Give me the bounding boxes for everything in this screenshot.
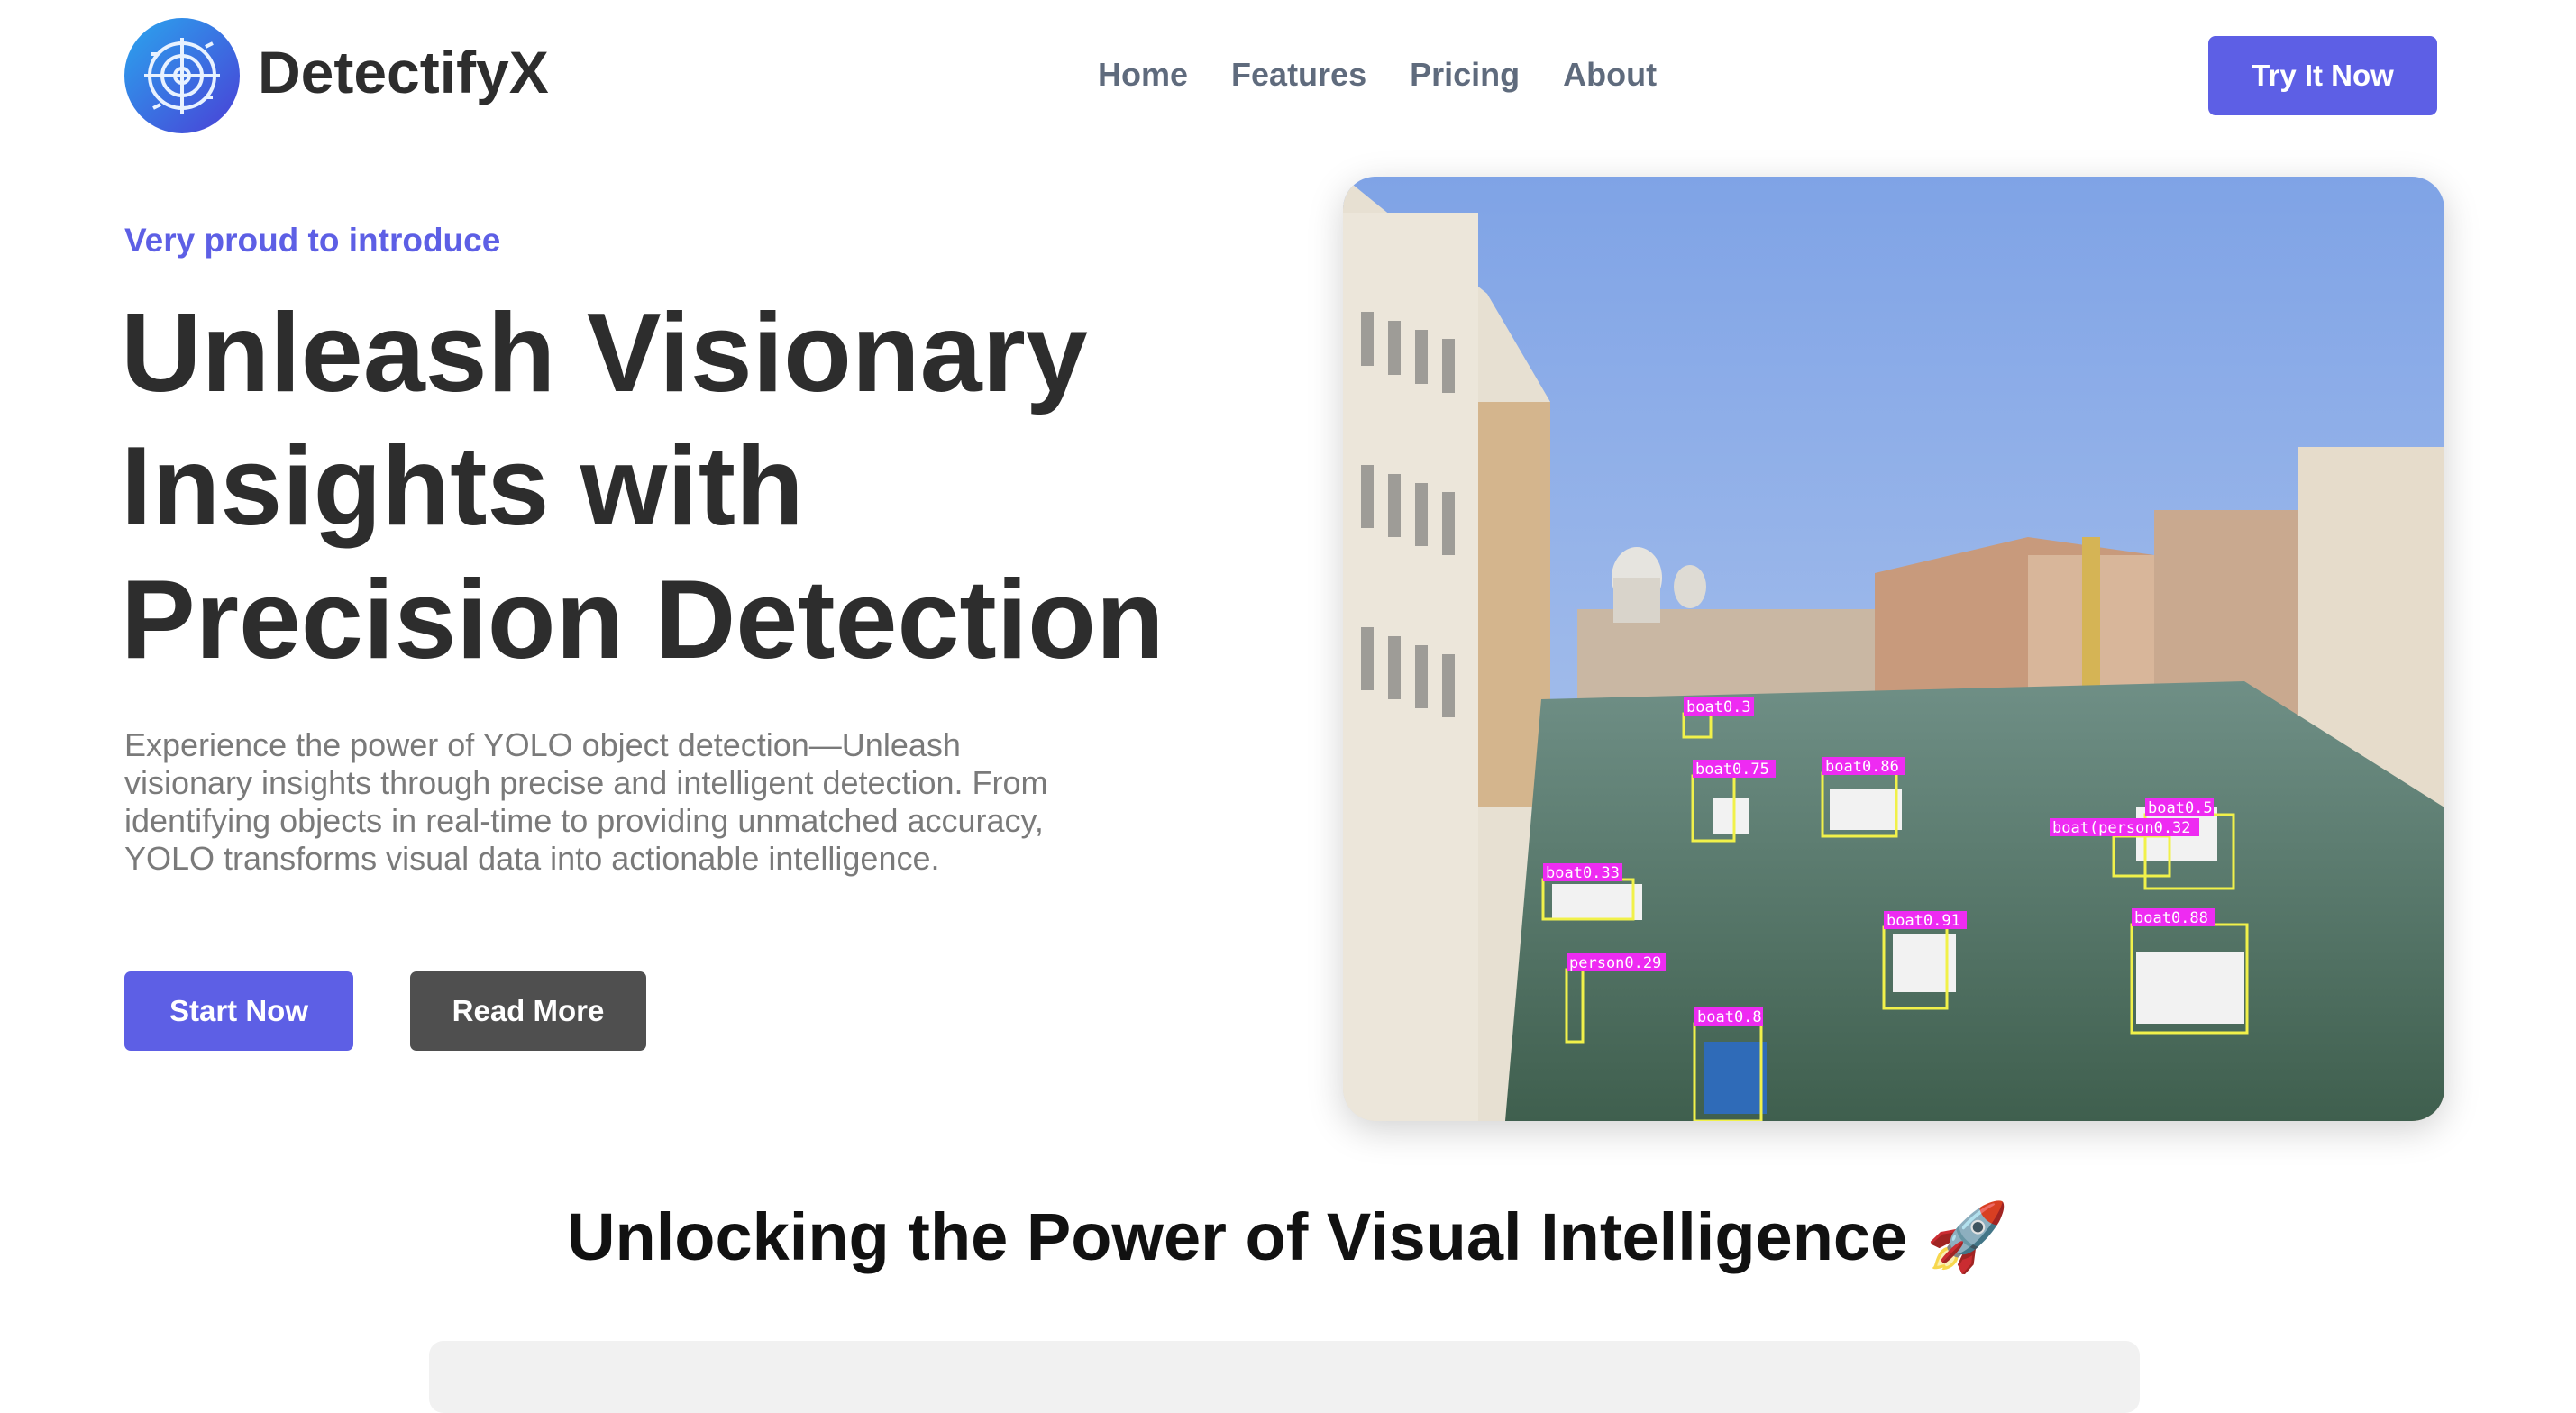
main-nav: Home Features Pricing About: [1098, 56, 1700, 94]
detection-label: boat(person0.32: [2052, 819, 2191, 837]
detection-label: boat0.91: [1886, 912, 1960, 930]
nav-pricing[interactable]: Pricing: [1410, 56, 1520, 94]
hero-description: Experience the power of YOLO object dete…: [124, 726, 1048, 877]
detection-label: boat0.5: [2148, 799, 2213, 817]
detection-label: boat0.88: [2134, 909, 2208, 927]
feature-panel: [429, 1341, 2140, 1413]
detection-label: boat0.86: [1825, 758, 1899, 776]
read-more-button[interactable]: Read More: [410, 971, 646, 1051]
nav-home[interactable]: Home: [1098, 56, 1188, 94]
detection-label: person0.29: [1569, 954, 1661, 972]
detection-label: boat0.8: [1697, 1008, 1762, 1026]
radar-target-icon[interactable]: [124, 18, 240, 133]
detection-label: boat0.75: [1695, 761, 1769, 779]
nav-features[interactable]: Features: [1231, 56, 1366, 94]
try-it-now-button[interactable]: Try It Now: [2208, 36, 2437, 115]
hero-detection-image: boat0.3 boat0.75 boat0.86 boat0.33 boat(…: [1343, 177, 2444, 1121]
hero-eyebrow: Very proud to introduce: [124, 222, 501, 259]
detection-label: boat0.33: [1546, 864, 1620, 882]
nav-about[interactable]: About: [1563, 56, 1657, 94]
detection-label: boat0.3: [1686, 698, 1751, 716]
start-now-button[interactable]: Start Now: [124, 971, 353, 1051]
section-title: Unlocking the Power of Visual Intelligen…: [567, 1199, 2009, 1274]
hero-headline: Unleash Visionary Insights with Precisio…: [121, 291, 1165, 682]
brand-name[interactable]: DetectifyX: [258, 38, 549, 106]
site-header: DetectifyX Home Features Pricing About T…: [0, 0, 2576, 153]
